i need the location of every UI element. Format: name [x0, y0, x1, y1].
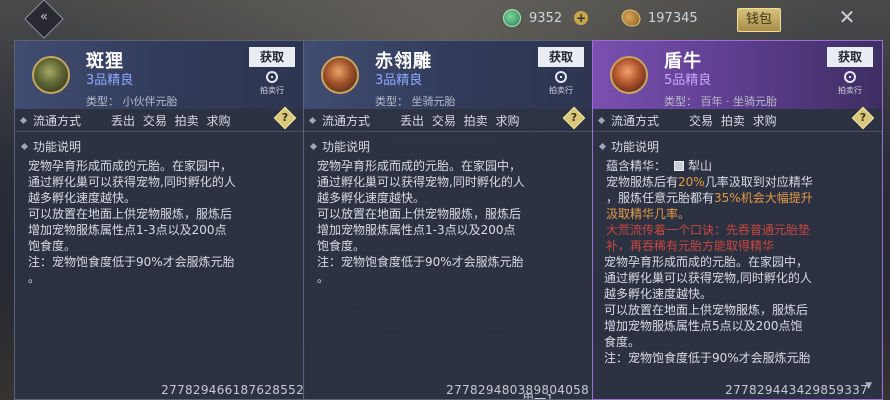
function-description: 宠物孕育形成而成的元胎。在家园中， 通过孵化巢可以获得宠物,同时孵化的人 越多孵…: [317, 159, 525, 285]
essence-text: 几率汲取到对应精华: [704, 175, 813, 189]
item-card-1: 斑狸 3品精良 类型： 小伙伴元胎 获取 拍卖行 流通方式 丢出 交易 拍卖 求…: [14, 40, 305, 400]
function-description: 宠物孕育形成而成的元胎。在家园中， 通过孵化巢可以获得宠物,同时孵化的人 越多孵…: [28, 159, 236, 285]
get-button[interactable]: 获取: [249, 47, 295, 67]
diamond-bullet-icon: [19, 116, 28, 125]
function-section: 功能说明 蕴含精华： 犁山 宠物服炼后有 20% 几率汲取到对应精华 ，服炼任意元胎…: [593, 132, 882, 366]
jade-currency: 9352 +: [503, 8, 600, 28]
stone-currency: 197345: [619, 6, 698, 30]
close-icon[interactable]: ✕: [836, 6, 858, 28]
get-button[interactable]: 获取: [538, 47, 584, 67]
help-icon[interactable]: ?: [851, 106, 875, 130]
essence-label: 蕴含精华：: [606, 159, 667, 173]
auction-label: 拍卖行: [838, 86, 862, 95]
item-card-2: 赤翎雕 3品精良 类型： 坐骑元胎 获取 拍卖行 流通方式 丢出 交易 拍卖 求…: [303, 40, 594, 400]
auction-house-button[interactable]: 拍卖行: [543, 71, 579, 96]
function-title: 功能说明: [25, 138, 294, 155]
circulation-options: 丢出 交易 拍卖 求购: [111, 114, 231, 128]
auction-house-button[interactable]: 拍卖行: [832, 71, 868, 96]
diamond-bullet-icon: [308, 116, 317, 125]
item-serial: 277829466187628552: [161, 383, 304, 397]
essence-line-2: ，服炼任意元胎都有 35%机会大幅提升: [603, 190, 872, 206]
essence-line-1: 宠物服炼后有 20% 几率汲取到对应精华: [603, 174, 872, 190]
essence-row: 蕴含精华： 犁山: [603, 158, 872, 174]
item-serial: 277829443429859337: [725, 383, 868, 397]
wallet-button[interactable]: 钱包: [737, 8, 781, 32]
item-grade: 3品精良: [86, 73, 134, 88]
auction-icon: [555, 71, 567, 83]
card-header: 盾牛 5品精良 类型： 百年 · 坐骑元胎 获取 拍卖行: [593, 41, 882, 109]
item-type: 类型： 小伙伴元胎: [86, 95, 178, 108]
back-button[interactable]: «: [24, 0, 64, 39]
item-icon: [321, 56, 359, 94]
function-section: 功能说明 宠物孕育形成而成的元胎。在家园中， 通过孵化巢可以获得宠物,同时孵化的…: [15, 132, 304, 286]
item-type: 类型： 百年 · 坐骑元胎: [664, 95, 777, 108]
item-icon: [610, 56, 648, 94]
circulation-options: 交易 拍卖 求购: [689, 114, 777, 128]
circulation-label: 流通方式: [611, 114, 660, 128]
top-bar: « 9352 + 197345 钱包 ✕: [0, 0, 890, 39]
circulation-label: 流通方式: [33, 114, 82, 128]
function-description: 宠物孕育形成而成的元胎。在家园中， 通过孵化巢可以获得宠物,同时孵化的人 越多孵…: [604, 255, 812, 365]
essence-name: 犁山: [688, 159, 713, 173]
essence-text: ，服炼任意元胎都有: [606, 191, 715, 205]
card-header: 斑狸 3品精良 类型： 小伙伴元胎 获取 拍卖行: [15, 41, 304, 109]
essence-icon: [674, 161, 685, 171]
essence-line-3: 汲取精华几率。: [606, 207, 691, 221]
jade-amount: 9352: [529, 10, 563, 26]
add-currency-button[interactable]: +: [574, 11, 589, 25]
item-grade: 5品精良: [664, 73, 712, 88]
item-type: 类型： 坐骑元胎: [375, 95, 456, 108]
auction-icon: [266, 71, 278, 83]
stack-count: 用一1: [522, 392, 554, 400]
chevron-left-icon: «: [40, 9, 48, 25]
circulation-row: 流通方式 丢出 交易 拍卖 求购 ?: [304, 106, 593, 132]
circulation-label: 流通方式: [322, 114, 371, 128]
item-card-3: 盾牛 5品精良 类型： 百年 · 坐骑元胎 获取 拍卖行 流通方式 交易 拍卖 …: [592, 40, 883, 400]
function-title: 功能说明: [603, 138, 872, 155]
essence-text: 宠物服炼后有: [606, 175, 679, 189]
get-button[interactable]: 获取: [827, 47, 873, 67]
item-serial: 277829480389804058: [446, 383, 589, 397]
function-section: 功能说明 宠物孕育形成而成的元胎。在家园中， 通过孵化巢可以获得宠物,同时孵化的…: [304, 132, 593, 286]
lore-line-1: 大荒流传着一个口诀：先吞普通元胎垫: [606, 223, 811, 237]
item-grade: 3品精良: [375, 73, 423, 88]
essence-chance: 20%: [678, 175, 705, 189]
auction-house-button[interactable]: 拍卖行: [254, 71, 290, 96]
item-icon: [32, 56, 70, 94]
function-title: 功能说明: [314, 138, 583, 155]
auction-label: 拍卖行: [260, 86, 284, 95]
jade-icon: [503, 9, 521, 27]
auction-label: 拍卖行: [549, 86, 573, 95]
circulation-row: 流通方式 交易 拍卖 求购 ?: [593, 106, 882, 132]
stone-amount: 197345: [648, 10, 698, 26]
lore-line-2: 补，再吞稀有元胎方能取得精华: [606, 239, 775, 253]
help-icon[interactable]: ?: [562, 106, 586, 130]
diamond-bullet-icon: [597, 116, 606, 125]
auction-icon: [844, 71, 856, 83]
circulation-options: 丢出 交易 拍卖 求购: [400, 114, 520, 128]
help-icon[interactable]: ?: [273, 106, 297, 130]
card-header: 赤翎雕 3品精良 类型： 坐骑元胎 获取 拍卖行: [304, 41, 593, 109]
circulation-row: 流通方式 丢出 交易 拍卖 求购 ?: [15, 106, 304, 132]
essence-boost: 35%机会大幅提升: [714, 191, 813, 205]
stone-icon: [619, 6, 643, 30]
